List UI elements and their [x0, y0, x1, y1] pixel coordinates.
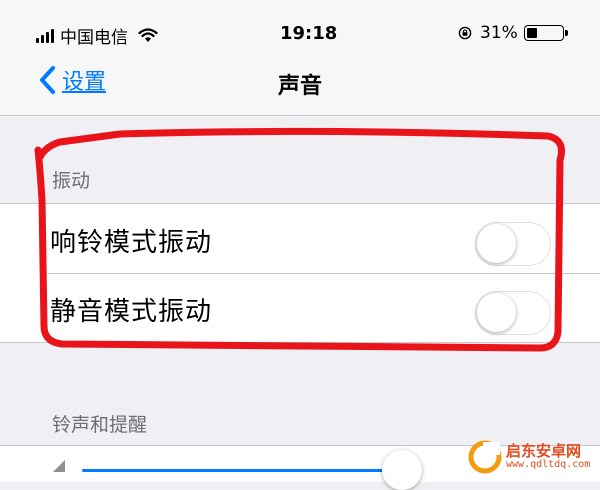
status-right: 31%	[458, 23, 568, 43]
status-left: 中国电信	[36, 23, 158, 48]
section-header-ringtones: 铃声和提醒	[52, 414, 148, 436]
status-time: 19:18	[280, 23, 338, 44]
signal-bars-icon	[36, 28, 54, 43]
volume-slider-fill	[82, 469, 405, 472]
back-button-label: 设置	[62, 70, 107, 95]
setting-row-label: 静音模式振动	[50, 297, 213, 327]
volume-slider-thumb[interactable]	[382, 450, 422, 490]
status-bar: 中国电信 19:18 31%	[0, 0, 600, 50]
watermark: 启东安卓网 www.qdltdq.com	[468, 440, 590, 474]
toggle-knob	[477, 224, 516, 263]
navigation-bar: 声音 设置	[0, 50, 600, 116]
setting-row-ring-vibrate: 响铃模式振动	[0, 204, 600, 273]
battery-percent: 31%	[480, 23, 518, 43]
back-button[interactable]: 设置	[38, 64, 106, 96]
wifi-icon	[138, 28, 158, 42]
battery-fill	[526, 28, 538, 38]
setting-row-label: 响铃模式振动	[50, 228, 213, 258]
watermark-logo-icon	[468, 440, 502, 474]
volume-low-icon	[53, 460, 65, 472]
section-header-vibration: 振动	[52, 170, 91, 192]
watermark-name: 启东安卓网	[506, 441, 582, 460]
volume-slider-track[interactable]	[82, 469, 422, 472]
carrier-name: 中国电信	[60, 28, 128, 48]
vibration-list: 响铃模式振动 静音模式振动	[0, 203, 600, 343]
watermark-url: www.qdltdq.com	[506, 458, 591, 470]
silent-vibrate-toggle[interactable]	[475, 291, 551, 335]
setting-row-silent-vibrate: 静音模式振动	[0, 273, 600, 342]
toggle-knob	[477, 293, 516, 332]
watermark-text: 启东安卓网 www.qdltdq.com	[506, 441, 591, 470]
battery-tip	[564, 30, 568, 36]
rotation-lock-icon	[458, 26, 472, 40]
battery-icon	[523, 25, 568, 41]
chevron-left-icon	[40, 66, 55, 94]
ring-vibrate-toggle[interactable]	[475, 222, 551, 266]
